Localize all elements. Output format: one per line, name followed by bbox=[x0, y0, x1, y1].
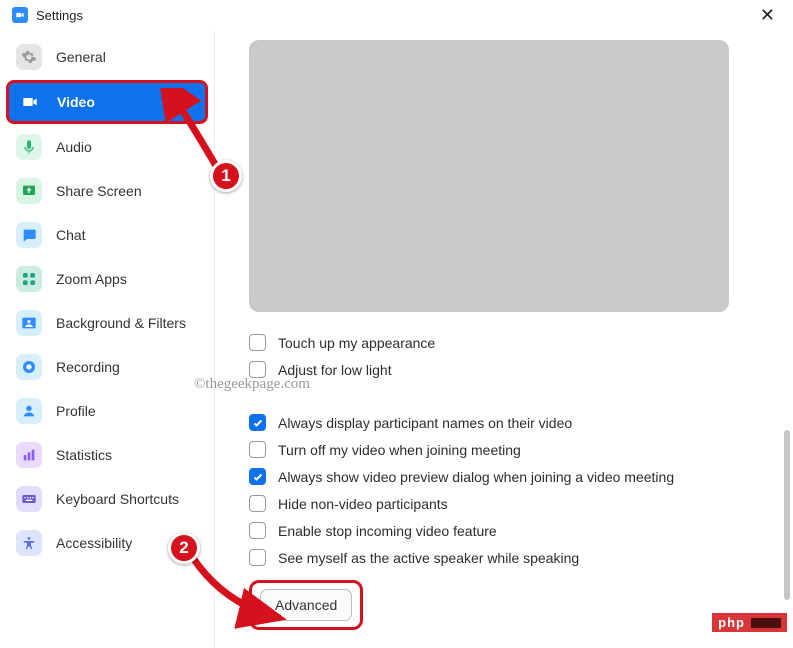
sidebar-item-label: Statistics bbox=[56, 447, 112, 463]
video-preview bbox=[249, 40, 729, 312]
checkbox[interactable] bbox=[249, 334, 266, 351]
audio-icon bbox=[16, 134, 42, 160]
sidebar-item-profile[interactable]: Profile bbox=[6, 390, 208, 432]
sidebar-item-label: Recording bbox=[56, 359, 120, 375]
window-title: Settings bbox=[36, 8, 83, 23]
option-row: Turn off my video when joining meeting bbox=[249, 441, 765, 458]
chat-icon bbox=[16, 222, 42, 248]
checkbox[interactable] bbox=[249, 495, 266, 512]
checkbox-label: Always display participant names on thei… bbox=[278, 415, 572, 431]
checkbox-label: Touch up my appearance bbox=[278, 335, 435, 351]
sidebar-item-label: Accessibility bbox=[56, 535, 132, 551]
sidebar-item-keyboard-shortcuts[interactable]: Keyboard Shortcuts bbox=[6, 478, 208, 520]
checkbox-label: Enable stop incoming video feature bbox=[278, 523, 497, 539]
profile-icon bbox=[16, 398, 42, 424]
annotation-badge-2: 2 bbox=[168, 532, 200, 564]
sidebar-item-label: Background & Filters bbox=[56, 315, 186, 331]
scrollbar[interactable] bbox=[784, 430, 790, 600]
checkbox-label: Turn off my video when joining meeting bbox=[278, 442, 521, 458]
access-icon bbox=[16, 530, 42, 556]
sidebar-item-recording[interactable]: Recording bbox=[6, 346, 208, 388]
bg-icon bbox=[16, 310, 42, 336]
sidebar-item-label: Zoom Apps bbox=[56, 271, 127, 287]
annotation-arrow-2 bbox=[185, 550, 295, 630]
option-row: Enable stop incoming video feature bbox=[249, 522, 765, 539]
share-icon bbox=[16, 178, 42, 204]
video-icon bbox=[17, 89, 43, 115]
sidebar-item-background-filters[interactable]: Background & Filters bbox=[6, 302, 208, 344]
option-row: Touch up my appearance bbox=[249, 334, 765, 351]
rec-icon bbox=[16, 354, 42, 380]
sidebar-item-label: Chat bbox=[56, 227, 86, 243]
keyboard-icon bbox=[16, 486, 42, 512]
option-row: Adjust for low light bbox=[249, 361, 765, 378]
sidebar-item-label: Share Screen bbox=[56, 183, 142, 199]
sidebar-item-label: Audio bbox=[56, 139, 92, 155]
stats-icon bbox=[16, 442, 42, 468]
sidebar-item-label: Profile bbox=[56, 403, 96, 419]
watermark: ©thegeekpage.com bbox=[194, 376, 310, 393]
footer-badge: php bbox=[712, 613, 787, 632]
sidebar-item-label: Video bbox=[57, 94, 95, 110]
checkbox[interactable] bbox=[249, 441, 266, 458]
sidebar-item-label: Keyboard Shortcuts bbox=[56, 491, 179, 507]
checkbox[interactable] bbox=[249, 468, 266, 485]
option-row: See myself as the active speaker while s… bbox=[249, 549, 765, 566]
checkbox[interactable] bbox=[249, 414, 266, 431]
sidebar-item-label: General bbox=[56, 49, 106, 65]
option-row: Hide non-video participants bbox=[249, 495, 765, 512]
gear-icon bbox=[16, 44, 42, 70]
app-icon bbox=[12, 7, 28, 23]
close-icon[interactable]: ✕ bbox=[754, 5, 781, 26]
annotation-badge-1: 1 bbox=[210, 160, 242, 192]
apps-icon bbox=[16, 266, 42, 292]
sidebar-item-general[interactable]: General bbox=[6, 36, 208, 78]
option-row: Always show video preview dialog when jo… bbox=[249, 468, 765, 485]
checkbox-label: Hide non-video participants bbox=[278, 496, 448, 512]
sidebar-item-zoom-apps[interactable]: Zoom Apps bbox=[6, 258, 208, 300]
sidebar-item-statistics[interactable]: Statistics bbox=[6, 434, 208, 476]
titlebar: Settings ✕ bbox=[0, 0, 793, 30]
checkbox-label: Always show video preview dialog when jo… bbox=[278, 469, 674, 485]
option-row: Always display participant names on thei… bbox=[249, 414, 765, 431]
sidebar-item-chat[interactable]: Chat bbox=[6, 214, 208, 256]
checkbox-label: See myself as the active speaker while s… bbox=[278, 550, 579, 566]
checkbox[interactable] bbox=[249, 522, 266, 539]
content-panel: Touch up my appearance Adjust for low lig… bbox=[215, 30, 793, 648]
